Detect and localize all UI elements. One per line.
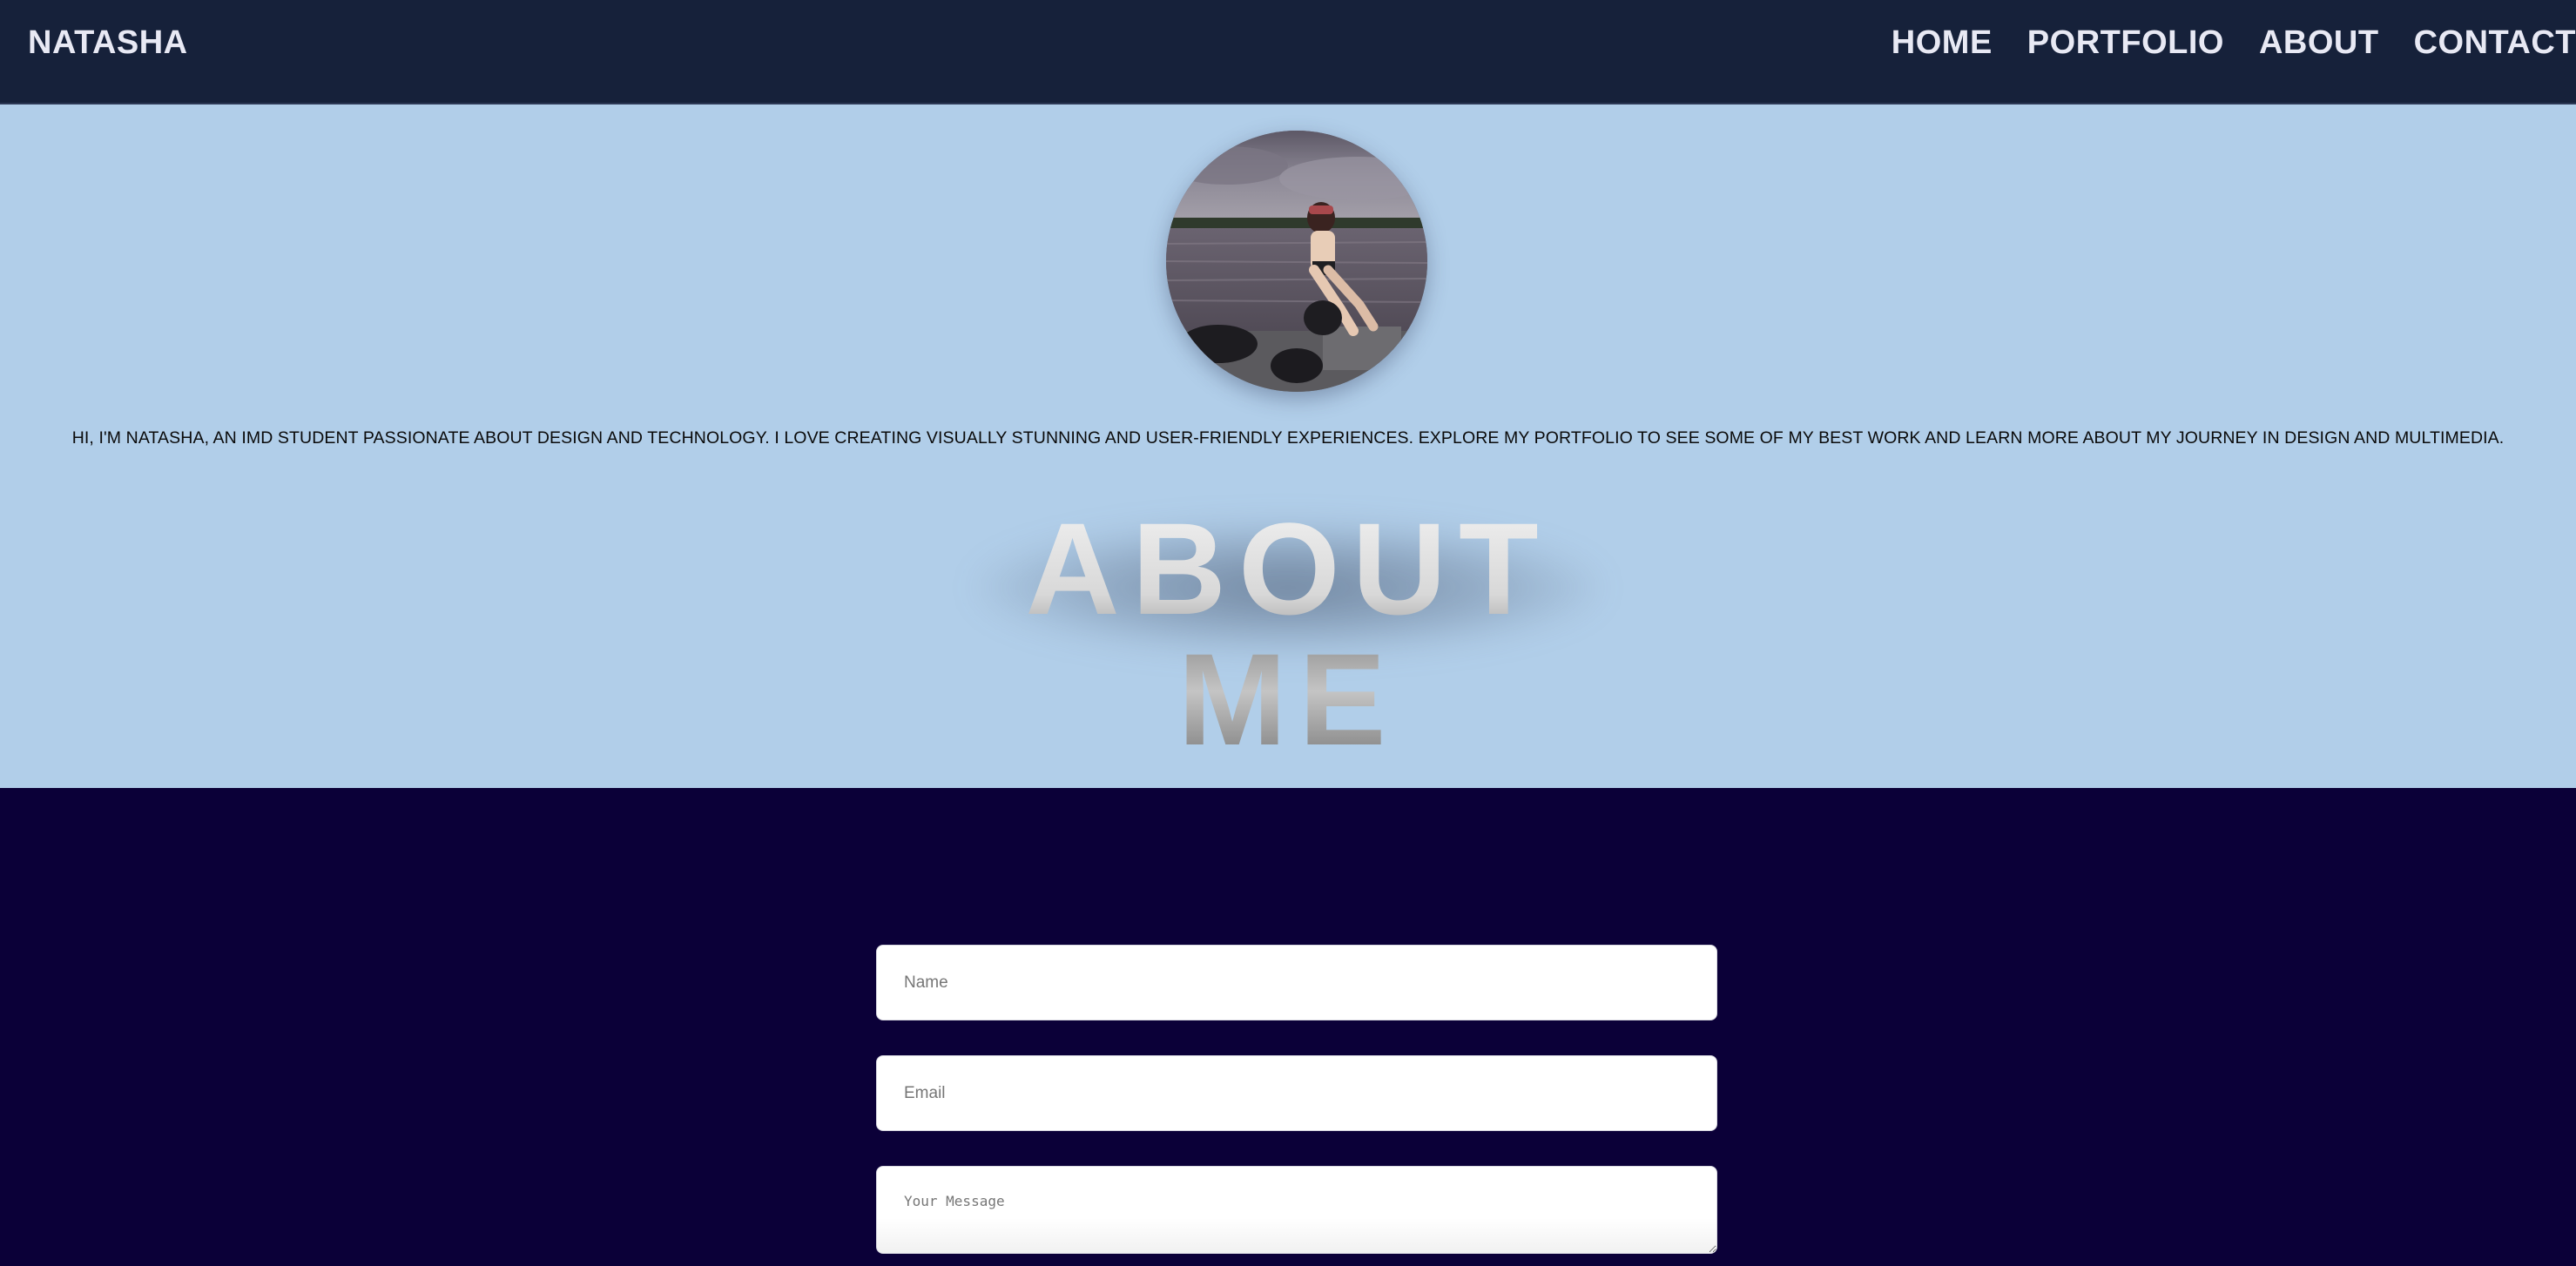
avatar	[1166, 131, 1427, 392]
nav-about[interactable]: ABOUT	[2259, 24, 2379, 62]
nav-contact[interactable]: CONTACT	[2414, 24, 2576, 62]
nav-home[interactable]: HOME	[1892, 24, 1993, 62]
site-header: NATASHA HOME PORTFOLIO ABOUT CONTACT	[0, 0, 2576, 104]
nav-portfolio[interactable]: PORTFOLIO	[2027, 24, 2224, 62]
message-field[interactable]	[876, 1166, 1717, 1254]
email-field[interactable]	[876, 1055, 1717, 1131]
name-field[interactable]	[876, 945, 1717, 1020]
intro-text: HI, I'M NATASHA, AN IMD STUDENT PASSIONA…	[71, 428, 2505, 448]
profile-photo-icon	[1166, 131, 1427, 392]
brand-logo[interactable]: NATASHA	[28, 24, 188, 62]
about-section: HI, I'M NATASHA, AN IMD STUDENT PASSIONA…	[0, 104, 2576, 788]
about-title: ABOUT ME	[896, 503, 1680, 764]
main-nav: HOME PORTFOLIO ABOUT CONTACT	[1892, 24, 2576, 62]
about-title-block: ABOUT ME	[896, 470, 1680, 764]
contact-section	[0, 788, 2576, 1266]
